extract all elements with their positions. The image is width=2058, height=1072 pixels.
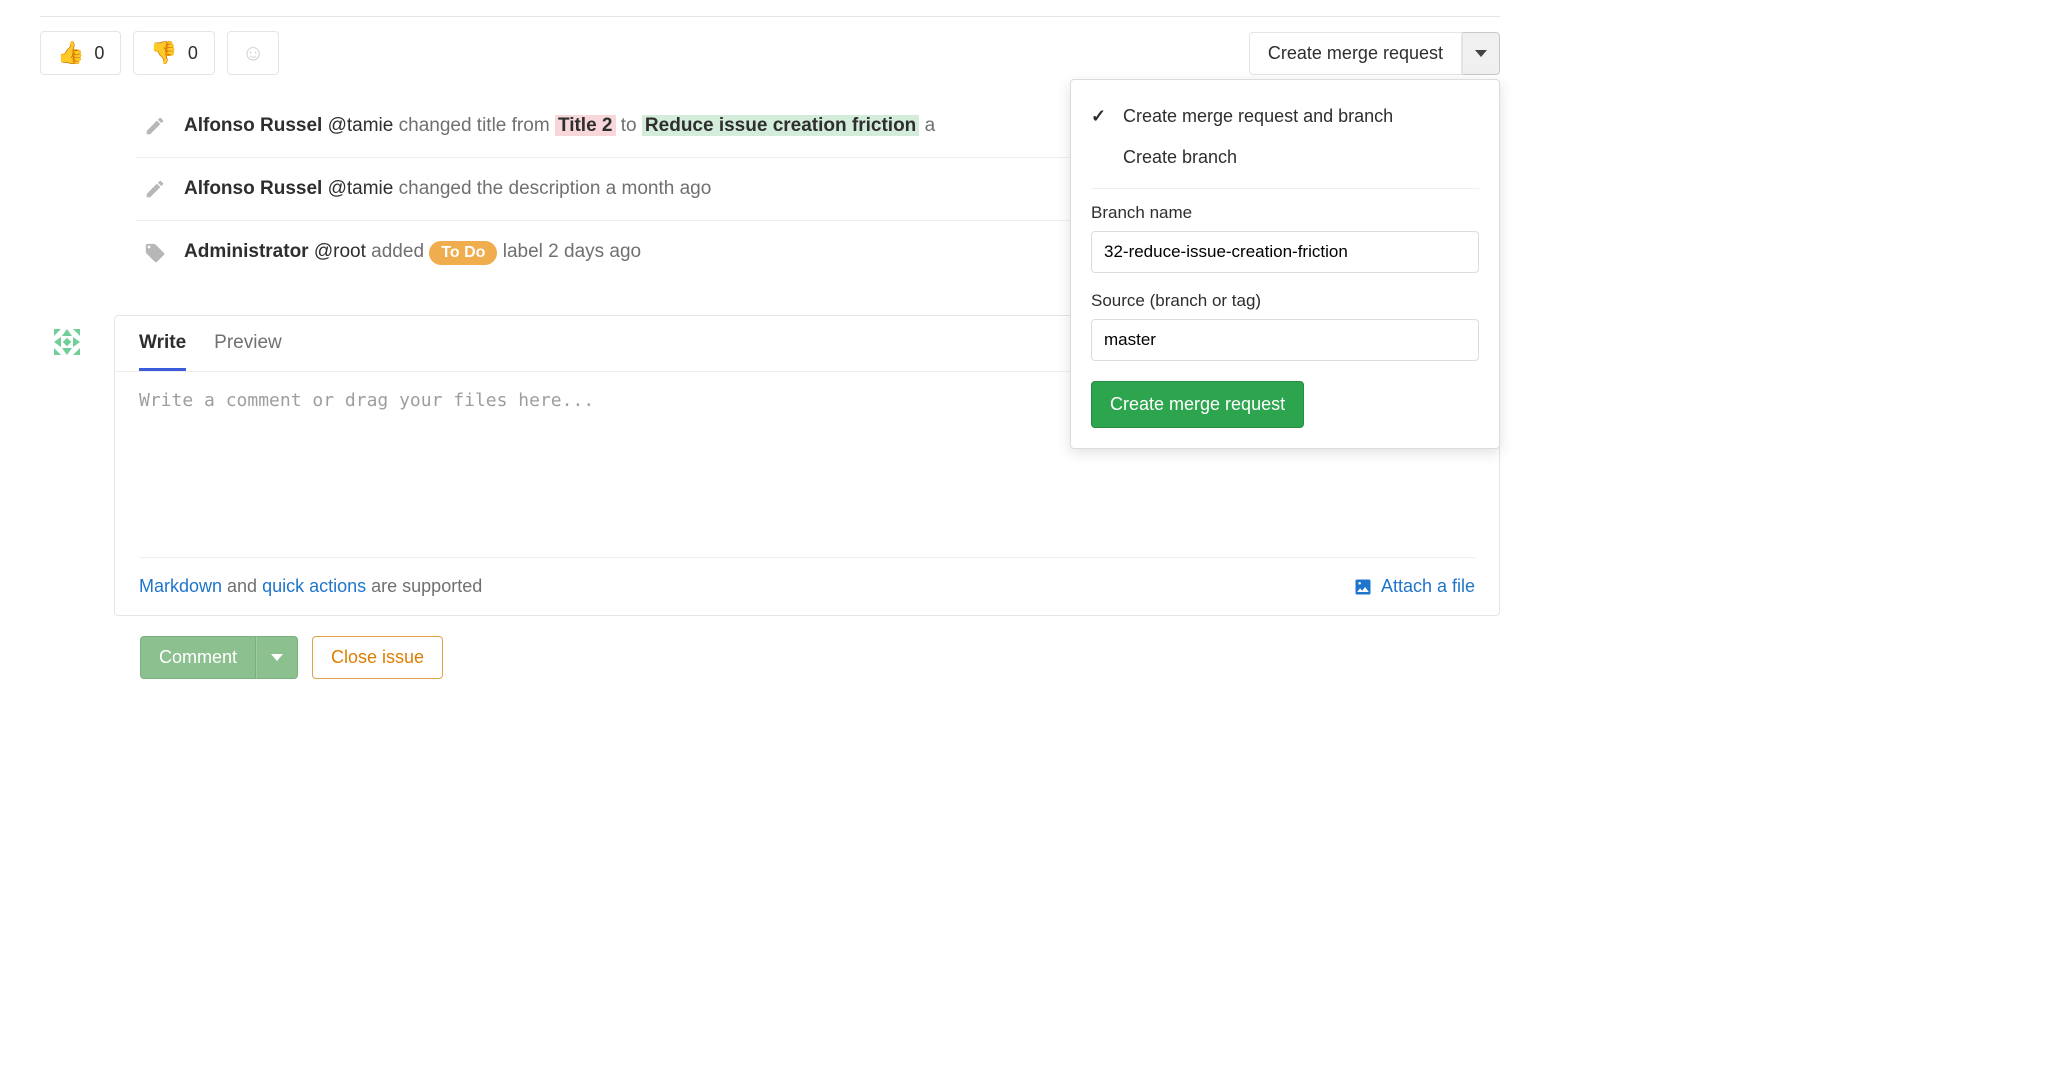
attach-file-link[interactable]: Attach a file: [1353, 576, 1475, 597]
comment-button[interactable]: Comment: [140, 636, 256, 679]
comment-split-button: Comment: [140, 636, 298, 679]
thumbs-up-icon: 👍: [57, 40, 84, 66]
branch-name-label: Branch name: [1071, 199, 1499, 231]
smiley-icon: ☺: [242, 40, 264, 65]
dropdown-divider: [1091, 188, 1479, 189]
dropdown-option-label: Create branch: [1123, 147, 1237, 168]
reactions-bar: 👍 0 👎 0 ☺ Create merge request ✓ Create …: [40, 31, 1500, 75]
thumbs-up-count: 0: [94, 43, 104, 64]
source-label: Source (branch or tag): [1071, 287, 1499, 319]
chevron-down-icon: [271, 654, 283, 661]
thumbs-down-button[interactable]: 👎 0: [133, 31, 214, 75]
user-avatar[interactable]: [40, 315, 94, 369]
pencil-icon: [144, 178, 166, 200]
markdown-support-text: Markdown and quick actions are supported: [139, 576, 482, 597]
image-icon: [1353, 577, 1373, 597]
dropdown-option-branch-only[interactable]: Create branch: [1071, 137, 1499, 178]
add-reaction-button[interactable]: ☺: [227, 31, 279, 75]
create-merge-request-dropdown-toggle[interactable]: [1462, 32, 1500, 75]
branch-name-input[interactable]: [1091, 231, 1479, 273]
check-icon: ✓: [1091, 106, 1109, 127]
dropdown-submit-button[interactable]: Create merge request: [1091, 381, 1304, 428]
attach-file-label: Attach a file: [1381, 576, 1475, 597]
tab-preview[interactable]: Preview: [214, 332, 282, 371]
thumbs-down-icon: 👎: [150, 40, 177, 66]
create-merge-request-dropdown-panel: ✓ Create merge request and branch Create…: [1070, 79, 1500, 449]
chevron-down-icon: [1475, 50, 1487, 57]
activity-author-handle: @root: [314, 241, 366, 262]
activity-text: Alfonso Russel @tamie changed title from…: [184, 115, 935, 137]
create-merge-request-button[interactable]: Create merge request: [1249, 32, 1462, 75]
comment-actions: Comment Close issue: [140, 636, 1500, 679]
activity-author-handle: @tamie: [328, 115, 394, 136]
activity-text: Administrator @root added To Do label 2 …: [184, 241, 641, 265]
activity-author-name: Administrator: [184, 241, 309, 262]
title-new: Reduce issue creation friction: [642, 115, 919, 136]
activity-author-handle: @tamie: [328, 178, 394, 199]
tab-write[interactable]: Write: [139, 332, 186, 371]
activity-author-name: Alfonso Russel: [184, 115, 322, 136]
dropdown-option-label: Create merge request and branch: [1123, 106, 1393, 127]
quick-actions-link[interactable]: quick actions: [262, 576, 366, 596]
close-issue-button[interactable]: Close issue: [312, 636, 443, 679]
tag-icon: [144, 242, 166, 264]
thumbs-up-button[interactable]: 👍 0: [40, 31, 121, 75]
thumbs-down-count: 0: [188, 43, 198, 64]
dropdown-option-mr-and-branch[interactable]: ✓ Create merge request and branch: [1071, 96, 1499, 137]
comment-footer: Markdown and quick actions are supported…: [139, 557, 1475, 615]
title-old: Title 2: [555, 115, 616, 136]
source-input[interactable]: [1091, 319, 1479, 361]
create-merge-request-split-button: Create merge request: [1249, 32, 1500, 75]
comment-dropdown-toggle[interactable]: [256, 636, 298, 679]
label-pill[interactable]: To Do: [429, 241, 497, 265]
activity-text: Alfonso Russel @tamie changed the descri…: [184, 178, 711, 200]
markdown-link[interactable]: Markdown: [139, 576, 222, 596]
activity-author-name: Alfonso Russel: [184, 178, 322, 199]
top-separator: [40, 16, 1500, 17]
pencil-icon: [144, 115, 166, 137]
